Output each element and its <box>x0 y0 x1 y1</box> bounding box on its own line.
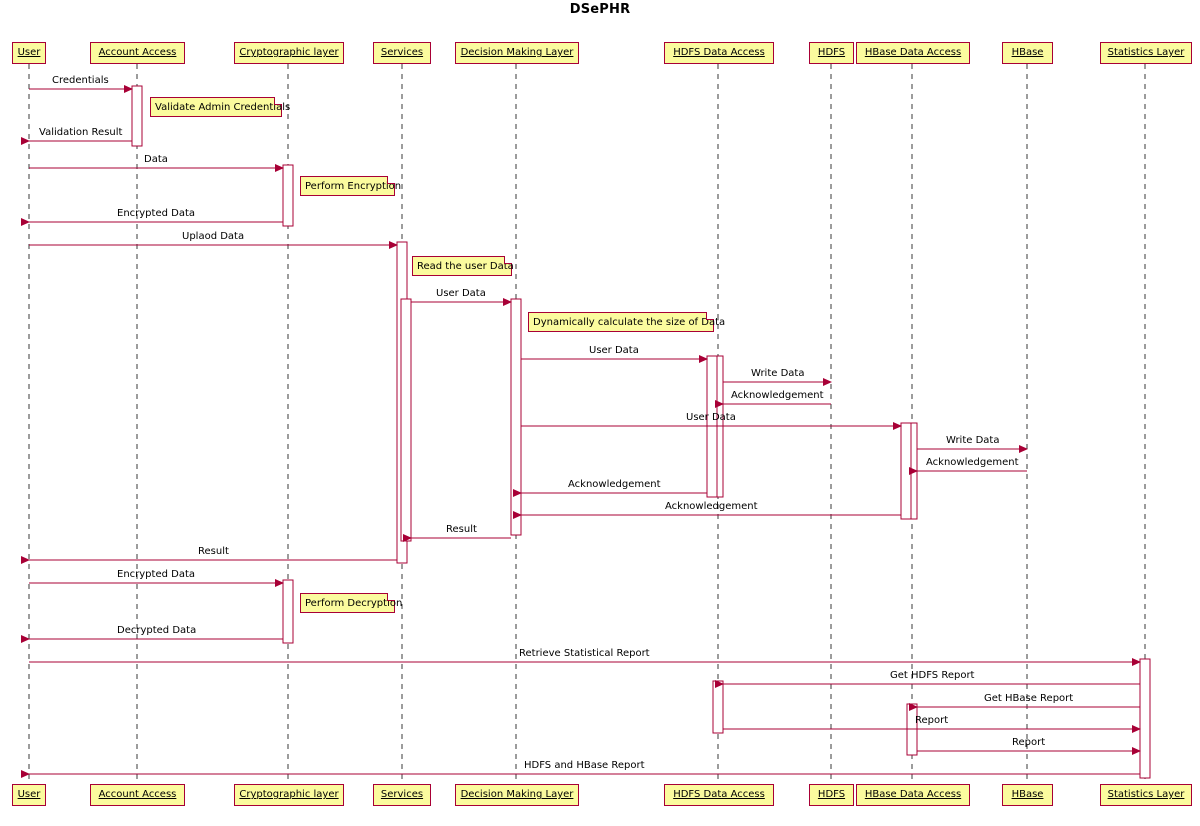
participant-account-header[interactable]: Account Access <box>90 42 185 64</box>
participant-label: Statistics Layer <box>1107 47 1185 58</box>
message-label-m1: Credentials <box>52 75 109 86</box>
participant-hdfsda-footer[interactable]: HDFS Data Access <box>664 784 774 806</box>
message-label-m11: Write Data <box>946 435 1000 446</box>
note-n3: Read the user Data <box>412 256 514 276</box>
message-label-m24: HDFS and HBase Report <box>524 760 645 771</box>
participant-label: HBase Data Access <box>864 47 962 58</box>
participant-hbase-footer[interactable]: HBase <box>1002 784 1053 806</box>
participant-label: Account Access <box>98 789 177 800</box>
sequence-diagram-canvas: DSePHR User Account Access Cryptographic l… <box>0 0 1200 826</box>
note-text: Read the user Data <box>417 260 514 272</box>
activation-bar-hdfsda <box>712 680 724 734</box>
activation-bar-account <box>131 85 143 147</box>
message-label-m22: Report <box>915 715 949 726</box>
message-label-m19: Retrieve Statistical Report <box>519 648 650 659</box>
participant-stats-header[interactable]: Statistics Layer <box>1100 42 1192 64</box>
participant-crypto-footer[interactable]: Cryptographic layer <box>234 784 344 806</box>
note-text: Validate Admin Credentials <box>155 101 291 113</box>
participant-label: User <box>17 789 41 800</box>
message-label-m23: Report <box>1012 737 1046 748</box>
participant-hdfs-footer[interactable]: HDFS <box>809 784 854 806</box>
note-fold-corner-icon <box>387 176 395 184</box>
activation-bar-crypto <box>282 164 294 227</box>
participant-label: HDFS <box>817 47 846 58</box>
activation-bars-group <box>131 85 1151 779</box>
note-n2: Perform Encryption <box>300 176 401 196</box>
message-label-m21: Get HBase Report <box>984 693 1074 704</box>
participant-services-header[interactable]: Services <box>373 42 431 64</box>
participant-label: Services <box>380 47 424 58</box>
participant-label: Cryptographic layer <box>239 47 339 58</box>
participant-hdfs-header[interactable]: HDFS <box>809 42 854 64</box>
message-label-m6: User Data <box>436 288 486 299</box>
participant-hbaseda-footer[interactable]: HBase Data Access <box>856 784 970 806</box>
activation-bar-crypto <box>282 579 294 644</box>
message-label-m4: Encrypted Data <box>117 208 196 219</box>
participant-label: HBase <box>1011 47 1044 58</box>
participant-label: Decision Making Layer <box>460 789 574 800</box>
message-label-m12: Acknowledgement <box>926 457 1019 468</box>
message-label-m14: Acknowledgement <box>665 501 758 512</box>
note-n1: Validate Admin Credentials <box>150 97 290 117</box>
lifelines-group <box>28 64 1146 784</box>
participant-user-footer[interactable]: User <box>12 784 46 806</box>
participant-label: HDFS Data Access <box>673 789 765 800</box>
participant-label: HDFS <box>817 789 846 800</box>
activation-bar-decision <box>510 298 522 536</box>
message-label-m10: User Data <box>686 412 736 423</box>
participant-account-footer[interactable]: Account Access <box>90 784 185 806</box>
participant-hdfsda-header[interactable]: HDFS Data Access <box>664 42 774 64</box>
participant-label: HBase <box>1011 789 1044 800</box>
participant-hbaseda-header[interactable]: HBase Data Access <box>856 42 970 64</box>
message-label-m15: Result <box>446 524 477 535</box>
message-label-m17: Encrypted Data <box>117 569 196 580</box>
message-label-m7: User Data <box>589 345 639 356</box>
activation-bar-hbaseda <box>900 422 912 520</box>
activation-bar-stats <box>1139 658 1151 779</box>
participant-label: Statistics Layer <box>1107 789 1185 800</box>
participant-label: Decision Making Layer <box>460 47 574 58</box>
message-label-m8: Write Data <box>751 368 805 379</box>
participant-label: HBase Data Access <box>864 789 962 800</box>
message-label-m20: Get HDFS Report <box>890 670 975 681</box>
message-label-m13: Acknowledgement <box>568 479 661 490</box>
participant-label: Cryptographic layer <box>239 789 339 800</box>
note-fold-corner-icon <box>387 593 395 601</box>
message-label-m18: Decrypted Data <box>117 625 197 636</box>
participant-user-header[interactable]: User <box>12 42 46 64</box>
note-n5: Perform Decryption <box>300 593 402 613</box>
participant-decision-header[interactable]: Decision Making Layer <box>455 42 579 64</box>
message-label-m2: Validation Result <box>39 127 123 138</box>
note-n4: Dynamically calculate the size of Data <box>528 312 725 332</box>
message-label-m16: Result <box>198 546 229 557</box>
participant-label: Services <box>380 789 424 800</box>
participant-label: Account Access <box>98 47 177 58</box>
participant-label: User <box>17 47 41 58</box>
note-fold-corner-icon <box>706 312 714 320</box>
message-label-m5: Uplaod Data <box>182 231 245 242</box>
participant-crypto-header[interactable]: Cryptographic layer <box>234 42 344 64</box>
participant-decision-footer[interactable]: Decision Making Layer <box>455 784 579 806</box>
message-label-m3: Data <box>144 154 168 165</box>
participant-services-footer[interactable]: Services <box>373 784 431 806</box>
note-text: Dynamically calculate the size of Data <box>533 316 726 328</box>
message-label-m9: Acknowledgement <box>731 390 824 401</box>
participant-stats-footer[interactable]: Statistics Layer <box>1100 784 1192 806</box>
participant-label: HDFS Data Access <box>673 47 765 58</box>
activation-bar-services <box>400 298 412 542</box>
note-fold-corner-icon <box>274 97 282 105</box>
participant-hbase-header[interactable]: HBase <box>1002 42 1053 64</box>
note-fold-corner-icon <box>504 256 512 264</box>
